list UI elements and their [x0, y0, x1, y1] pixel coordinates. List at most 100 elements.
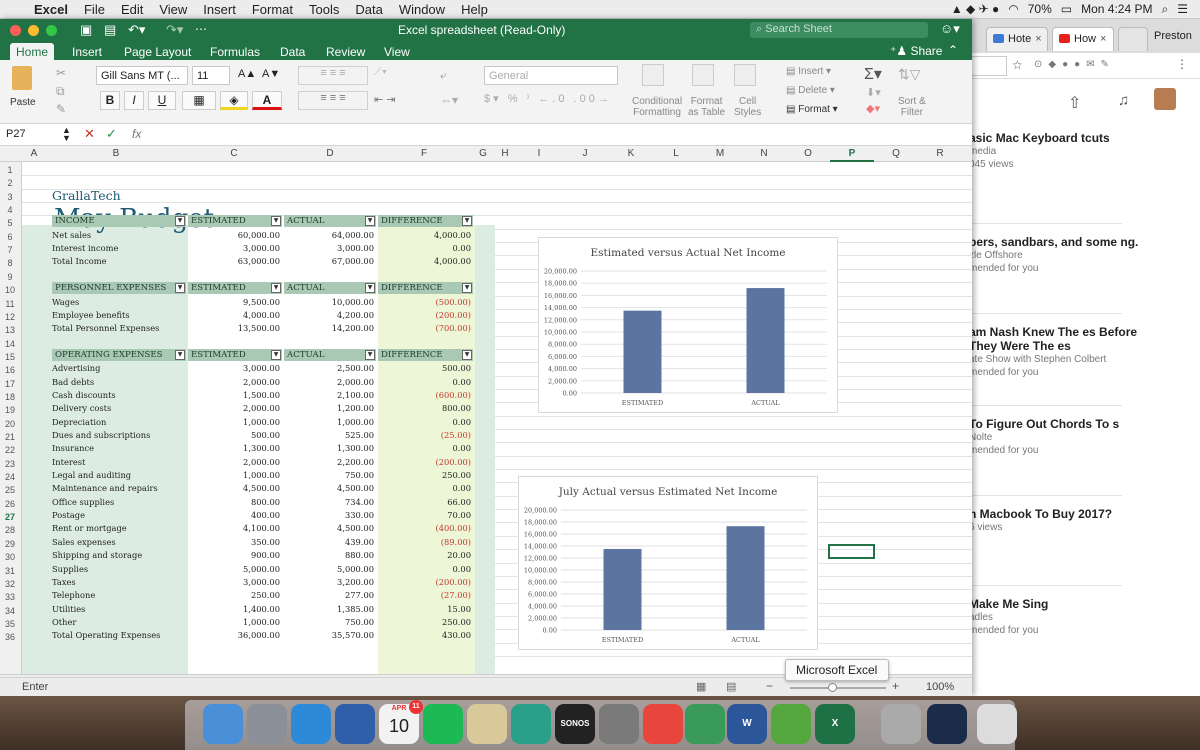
filter-dropdown-icon[interactable]: ▼: [175, 349, 185, 360]
normal-view-icon[interactable]: ▦: [696, 680, 706, 693]
zoom-slider-thumb[interactable]: [828, 683, 837, 692]
row-header[interactable]: 5: [0, 218, 20, 228]
row-value[interactable]: 2,000.00: [188, 402, 280, 415]
row-header[interactable]: 26: [0, 499, 20, 509]
row-value[interactable]: 3,000.00: [284, 242, 374, 255]
personnel-header-cell[interactable]: ESTIMATED ▼: [188, 282, 282, 295]
row-header[interactable]: 2: [0, 178, 20, 188]
row-value[interactable]: 67,000.00: [284, 255, 374, 268]
column-header[interactable]: L: [654, 148, 698, 159]
row-value[interactable]: 500.00: [378, 362, 471, 375]
row-header[interactable]: 15: [0, 352, 20, 362]
row-value[interactable]: 900.00: [188, 549, 280, 562]
row-label[interactable]: Taxes: [52, 576, 188, 589]
sort-filter-label[interactable]: Sort & Filter: [898, 96, 926, 118]
menu-view[interactable]: View: [151, 2, 195, 17]
row-header[interactable]: 9: [0, 272, 20, 282]
browser-menu-icon[interactable]: ⋮: [1176, 57, 1188, 71]
underline-button[interactable]: U: [148, 91, 176, 110]
row-value[interactable]: 14,200.00: [284, 322, 374, 335]
format-cells-button[interactable]: ▤ Format ▾: [786, 104, 838, 115]
bar-estimated[interactable]: [623, 310, 662, 393]
row-value[interactable]: 734.00: [284, 496, 374, 509]
dock-bird-icon[interactable]: [685, 704, 725, 744]
collapse-ribbon-icon[interactable]: ⌃: [948, 43, 958, 57]
row-header[interactable]: 7: [0, 245, 20, 255]
row-label[interactable]: Maintenance and repairs: [52, 482, 188, 495]
sidebar-toggle-icon[interactable]: ▣: [80, 22, 92, 38]
row-header[interactable]: 3: [0, 192, 20, 202]
row-value[interactable]: 0.00: [378, 416, 471, 429]
article-title[interactable]: am Nash Knew The es Before They Were The…: [969, 325, 1139, 353]
bold-button[interactable]: B: [100, 91, 120, 110]
bar-estimated[interactable]: [603, 549, 642, 630]
row-value[interactable]: 2,500.00: [284, 362, 374, 375]
row-label[interactable]: Advertising: [52, 362, 188, 375]
autosum-icon[interactable]: Σ▾: [864, 64, 882, 84]
row-header[interactable]: 31: [0, 566, 20, 576]
dock-launchpad-icon[interactable]: [247, 704, 287, 744]
zoom-window-button[interactable]: [46, 25, 57, 36]
row-value[interactable]: (27.00): [378, 589, 471, 602]
row-value[interactable]: 0.00: [378, 563, 471, 576]
row-value[interactable]: 60,000.00: [188, 229, 280, 242]
row-value[interactable]: 525.00: [284, 429, 374, 442]
operating-header-cell[interactable]: ESTIMATED ▼: [188, 348, 282, 361]
dock-scanner-icon[interactable]: [881, 704, 921, 744]
dock-spotify-icon[interactable]: [423, 704, 463, 744]
browser-tab-hotel[interactable]: Hote ×: [986, 27, 1048, 51]
row-value[interactable]: 750.00: [284, 469, 374, 482]
row-header[interactable]: 4: [0, 205, 20, 215]
close-window-button[interactable]: [10, 25, 21, 36]
column-header[interactable]: C: [186, 148, 282, 159]
row-value[interactable]: 3,000.00: [188, 362, 280, 375]
active-cell-p27[interactable]: [828, 544, 875, 559]
row-value[interactable]: 1,385.00: [284, 603, 374, 616]
row-value[interactable]: 400.00: [188, 509, 280, 522]
filter-dropdown-icon[interactable]: ▼: [462, 349, 472, 360]
article-item[interactable]: am Nash Knew The es Before They Were The…: [969, 325, 1139, 379]
dock-photos-icon[interactable]: [927, 704, 967, 744]
row-value[interactable]: 800.00: [188, 496, 280, 509]
row-value[interactable]: 1,000.00: [188, 616, 280, 629]
column-header[interactable]: O: [786, 148, 830, 159]
minimize-window-button[interactable]: [28, 25, 39, 36]
row-header[interactable]: 34: [0, 606, 20, 616]
font-name-select[interactable]: Gill Sans MT (...: [96, 66, 188, 85]
column-header[interactable]: K: [608, 148, 654, 159]
article-title[interactable]: To Figure Out Chords To s: [969, 417, 1139, 431]
row-label[interactable]: Utilities: [52, 603, 188, 616]
tab-home[interactable]: Home: [10, 43, 55, 60]
font-size-select[interactable]: 11: [192, 66, 230, 85]
dock-safari-icon[interactable]: [291, 704, 331, 744]
dock-word-icon[interactable]: W: [727, 704, 767, 744]
column-header[interactable]: N: [742, 148, 786, 159]
row-value[interactable]: 1,300.00: [188, 442, 280, 455]
conditional-formatting-label[interactable]: Conditional Formatting: [632, 96, 682, 118]
star-icon[interactable]: ☆: [1012, 58, 1023, 72]
row-value[interactable]: (600.00): [378, 389, 471, 402]
italic-button[interactable]: I: [124, 91, 144, 110]
row-label[interactable]: Rent or mortgage: [52, 522, 188, 535]
row-label[interactable]: Shipping and storage: [52, 549, 188, 562]
row-value[interactable]: 350.00: [188, 536, 280, 549]
row-header[interactable]: 10: [0, 285, 20, 295]
row-label[interactable]: Insurance: [52, 442, 188, 455]
fill-icon[interactable]: ⬇▾: [866, 86, 881, 99]
income-header-cell[interactable]: INCOME ▼: [52, 215, 186, 228]
confirm-entry-icon[interactable]: ✓: [106, 126, 117, 142]
clear-icon[interactable]: ◆▾: [866, 102, 880, 115]
column-header[interactable]: R: [918, 148, 962, 159]
column-header[interactable]: M: [698, 148, 742, 159]
bar-actual[interactable]: [746, 288, 785, 393]
row-label[interactable]: Office supplies: [52, 496, 188, 509]
row-value[interactable]: 3,000.00: [188, 242, 280, 255]
row-label[interactable]: Telephone: [52, 589, 188, 602]
filter-dropdown-icon[interactable]: ▼: [175, 283, 185, 294]
personnel-header-cell[interactable]: ACTUAL ▼: [284, 282, 376, 295]
column-header[interactable]: F: [376, 148, 472, 159]
zoom-slider[interactable]: [790, 687, 886, 689]
row-label[interactable]: Interest: [52, 456, 188, 469]
column-header[interactable]: H: [494, 148, 516, 159]
row-header[interactable]: 32: [0, 579, 20, 589]
